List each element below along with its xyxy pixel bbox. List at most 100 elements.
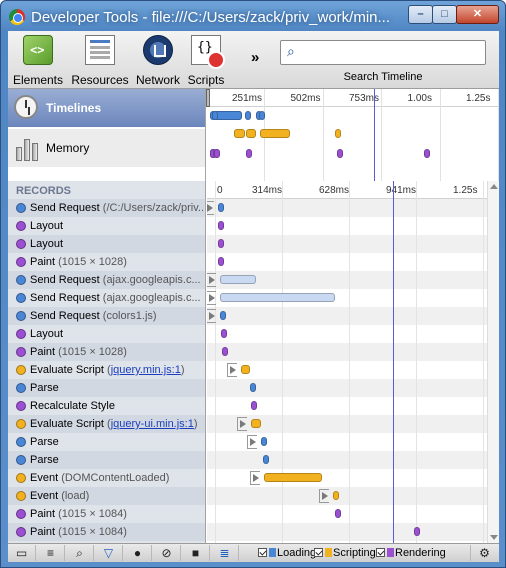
record-name: Event (30, 490, 59, 502)
timeline-row (207, 505, 487, 523)
filter-rendering[interactable]: Rendering (376, 547, 446, 559)
search-icon[interactable]: ⌕ (66, 545, 94, 561)
record-detail-end: ) (193, 418, 198, 430)
record-detail: (1015 × 1084) (58, 526, 127, 538)
record-row[interactable]: Paint (1015 × 1028) (8, 343, 205, 361)
timeline-bar (220, 293, 335, 302)
record-row[interactable]: Event (load) (8, 487, 205, 505)
expand-arrow-icon[interactable] (207, 204, 214, 212)
dock-icon[interactable]: ▭ (8, 545, 36, 561)
record-row[interactable]: Paint (1015 × 1028) (8, 253, 205, 271)
record-detail: (1015 × 1084) (58, 508, 127, 520)
console-icon[interactable]: ≡ (37, 545, 65, 561)
expand-arrow-icon[interactable] (209, 294, 216, 302)
timeline-bar (218, 239, 225, 248)
record-row[interactable]: Layout (8, 217, 205, 235)
title-bar[interactable]: Developer Tools - file:///C:/Users/zack/… (1, 1, 505, 31)
filter-rendering-checkbox[interactable] (376, 548, 385, 557)
timeline-tick-label: 628ms (319, 185, 350, 196)
devtools-client: Elements Resources Network Scripts » ⌕ S… (8, 31, 499, 562)
expand-arrow-icon[interactable] (240, 420, 247, 428)
scroll-up-icon[interactable] (490, 184, 498, 189)
record-row[interactable]: Parse (8, 379, 205, 397)
devtools-window: Developer Tools - file:///C:/Users/zack/… (0, 0, 506, 568)
resources-tab[interactable]: Resources (70, 35, 130, 87)
filter-loading-checkbox[interactable] (258, 548, 267, 557)
record-icon[interactable]: ● (124, 545, 152, 561)
timeline-row (207, 397, 487, 415)
record-row[interactable]: Event (DOMContentLoaded) (8, 469, 205, 487)
record-row[interactable]: Send Request (/C:/Users/zack/priv... (8, 199, 205, 217)
overview-dom-loaded-marker (374, 89, 375, 181)
overview-bar (259, 129, 290, 138)
records-ruler: 0 314ms 628ms 941ms 1.25s (207, 181, 487, 199)
overview-icon[interactable]: ≣ (211, 545, 239, 561)
record-title: Parse (30, 454, 59, 466)
record-row[interactable]: Recalculate Style (8, 397, 205, 415)
search-input[interactable]: ⌕ (280, 40, 486, 65)
record-detail: (1015 × 1028) (58, 346, 127, 358)
garbage-icon[interactable]: ■ (182, 545, 210, 561)
overview-bar (245, 149, 252, 158)
scripting-swatch (325, 548, 332, 557)
record-source-link[interactable]: jquery.min.js:1 (111, 364, 181, 376)
record-row[interactable]: Evaluate Script (jquery-ui.min.js:1) (8, 415, 205, 433)
overview-graph[interactable]: 251ms 502ms 753ms 1.00s 1.25s (206, 89, 499, 181)
records-timeline[interactable]: 0 314ms 628ms 941ms 1.25s (207, 181, 499, 543)
record-row[interactable]: Send Request (colors1.js) (8, 307, 205, 325)
record-row[interactable]: Parse (8, 433, 205, 451)
timeline-gridline (483, 181, 484, 543)
filter-scripting[interactable]: Scripting (314, 547, 376, 559)
record-row[interactable]: Paint (1015 × 1084) (8, 523, 205, 541)
record-row[interactable]: Paint (1015 × 1084) (8, 505, 205, 523)
settings-gear-icon[interactable]: ⚙ (470, 545, 498, 561)
timeline-tick-label: 941ms (386, 185, 417, 196)
minimize-button[interactable]: – (408, 5, 433, 24)
record-title: Send Request (colors1.js) (30, 310, 157, 322)
record-source-link[interactable]: jquery-ui.min.js:1 (111, 418, 194, 430)
timeline-bar (334, 509, 341, 518)
close-button[interactable]: ✕ (456, 5, 499, 24)
timelines-category[interactable]: Timelines (8, 89, 205, 127)
maximize-button[interactable]: □ (432, 5, 457, 24)
expand-arrow-icon[interactable] (250, 438, 256, 446)
record-title: Evaluate Script (jquery.min.js:1) (30, 364, 185, 376)
more-panels-chevron-icon[interactable]: » (251, 49, 259, 66)
expand-arrow-icon[interactable] (229, 366, 236, 374)
search-caption: Search Timeline (343, 71, 423, 83)
scroll-down-icon[interactable] (490, 535, 498, 540)
record-row[interactable]: Send Request (ajax.googleapis.c... (8, 271, 205, 289)
overview-bar (244, 111, 251, 120)
memory-category[interactable]: Memory (8, 129, 205, 167)
overview-tick-label: 502ms (290, 93, 321, 104)
filter-loading[interactable]: Loading (258, 547, 316, 559)
filter-scripting-checkbox[interactable] (314, 548, 323, 557)
record-row[interactable]: Layout (8, 325, 205, 343)
record-type-rendering-icon (16, 509, 26, 519)
record-type-loading-icon (16, 437, 26, 447)
timeline-row (207, 217, 487, 235)
timeline-row (207, 487, 487, 505)
expand-arrow-icon[interactable] (209, 276, 216, 284)
overview-bar (234, 129, 245, 138)
network-tab[interactable]: Network (134, 35, 182, 87)
expand-arrow-icon[interactable] (321, 492, 328, 500)
overview-bar (337, 149, 344, 158)
records-header: RECORDS (8, 181, 205, 199)
overview-left-handle[interactable] (206, 89, 210, 107)
elements-tab[interactable]: Elements (10, 35, 66, 87)
expand-arrow-icon[interactable] (209, 312, 216, 320)
expand-arrow-icon[interactable] (253, 474, 260, 482)
record-row[interactable]: Send Request (ajax.googleapis.c... (8, 289, 205, 307)
clear-icon[interactable]: ⊘ (153, 545, 181, 561)
record-type-loading-icon (16, 203, 26, 213)
record-row[interactable]: Layout (8, 235, 205, 253)
record-name: Send Request (30, 202, 100, 214)
filter-icon[interactable]: ▽ (95, 545, 123, 561)
records-scrollbar[interactable] (487, 181, 499, 543)
timeline-bar (220, 311, 227, 320)
record-row[interactable]: Parse (8, 451, 205, 469)
record-type-loading-icon (16, 293, 26, 303)
record-row[interactable]: Evaluate Script (jquery.min.js:1) (8, 361, 205, 379)
scripts-tab[interactable]: Scripts (185, 35, 227, 87)
